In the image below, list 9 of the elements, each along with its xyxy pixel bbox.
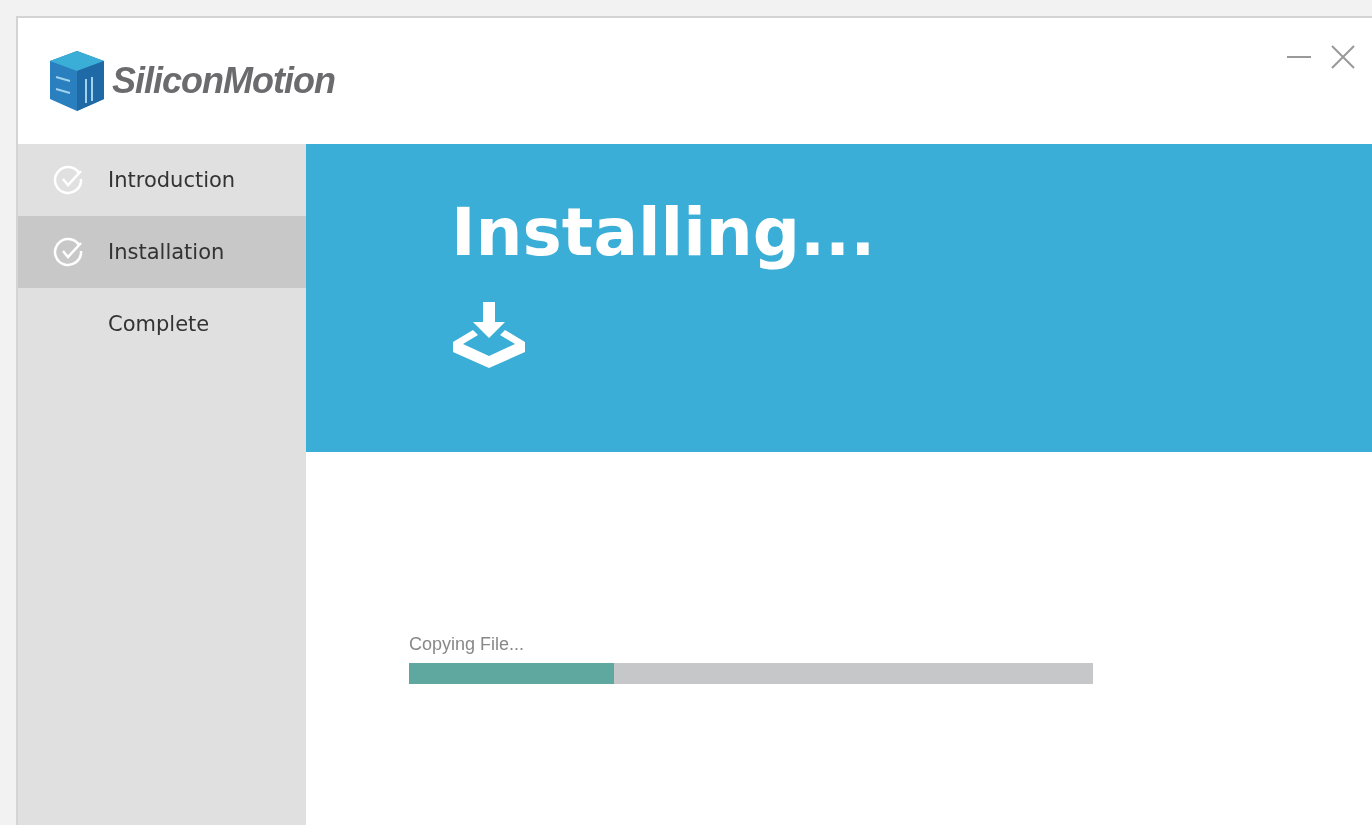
step-label: Introduction <box>108 168 236 192</box>
step-label: Installation <box>108 240 225 264</box>
close-icon <box>1330 44 1356 70</box>
step-label: Complete <box>108 312 210 336</box>
logo-wordmark: SiliconMotion <box>112 60 335 102</box>
minimize-icon <box>1286 56 1312 58</box>
progress-label: Copying File... <box>409 634 526 655</box>
cube-logo-icon <box>48 49 106 113</box>
download-tray-icon <box>451 300 527 370</box>
